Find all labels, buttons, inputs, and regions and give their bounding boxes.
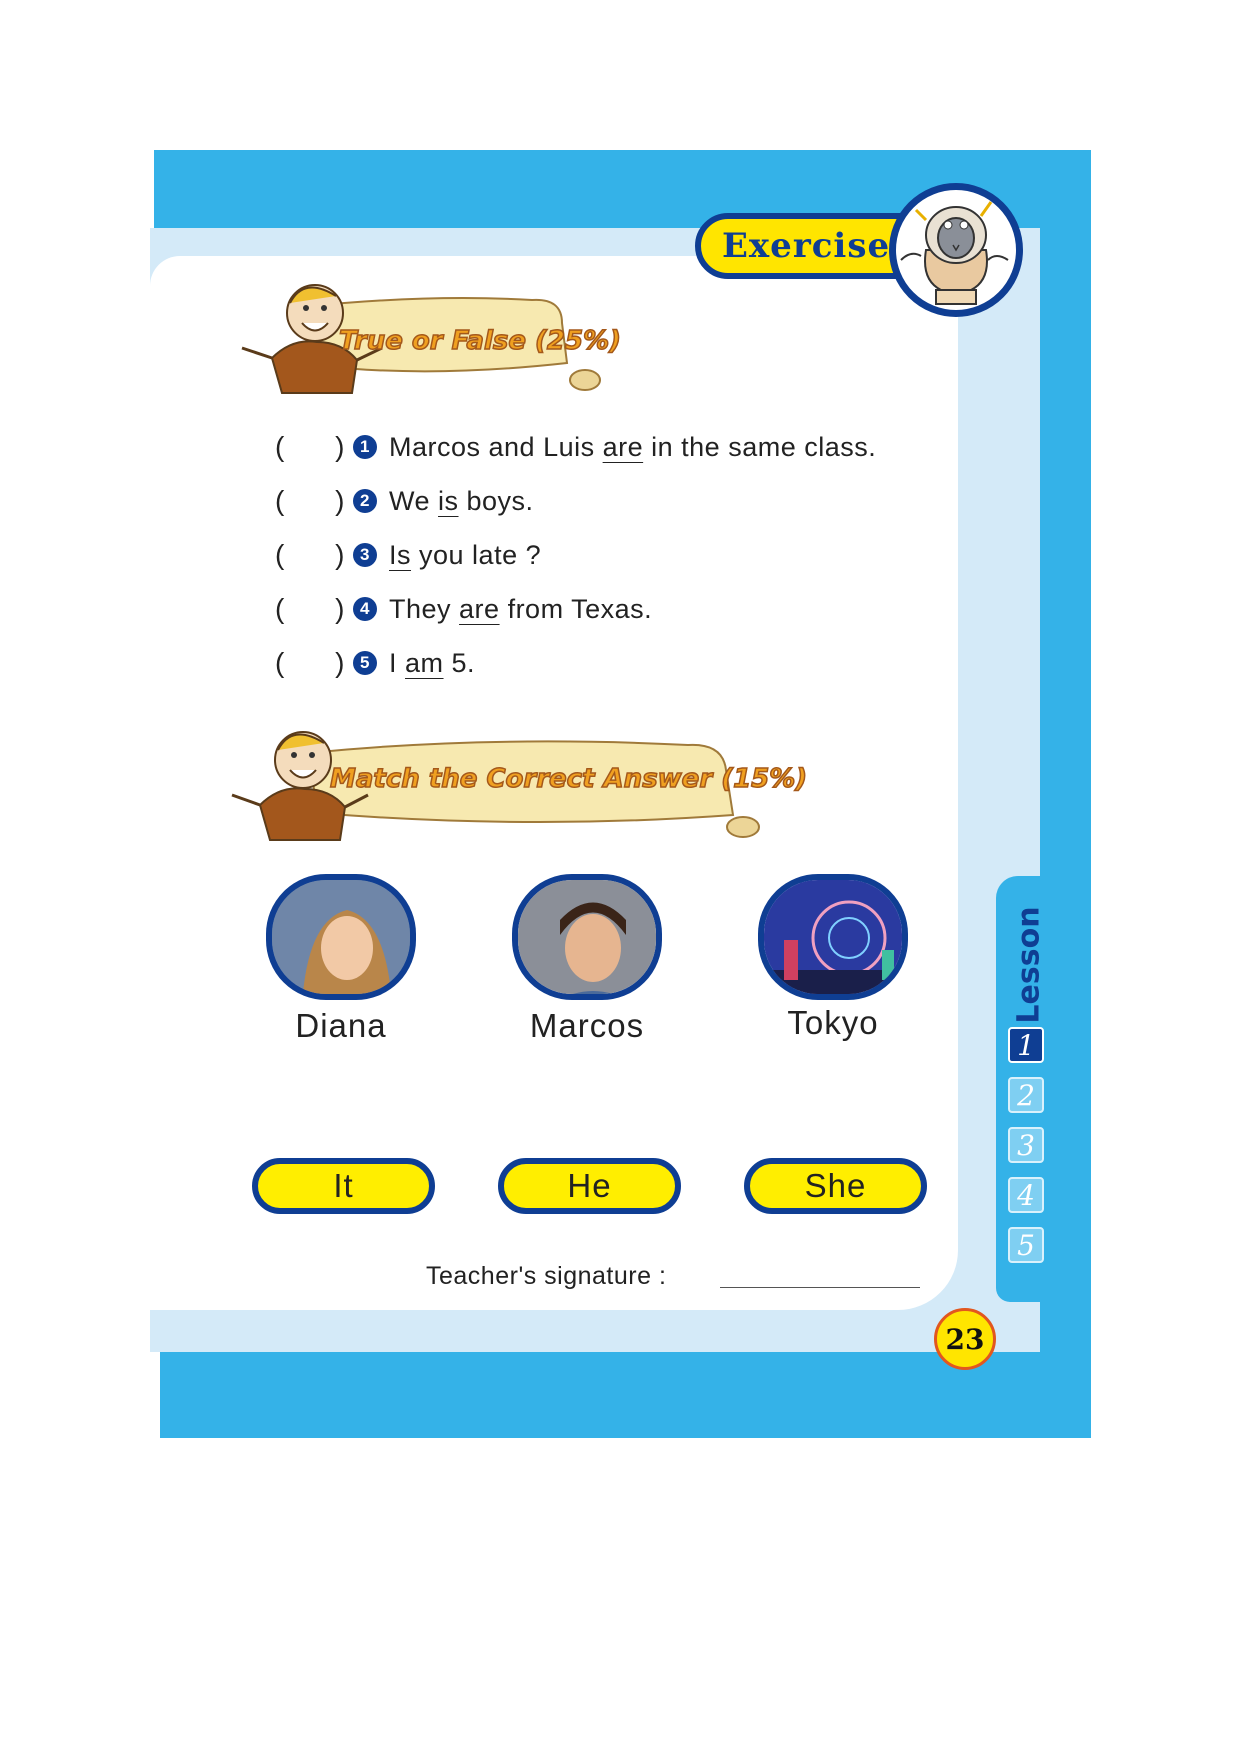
lesson-number-4[interactable]: 4 bbox=[1008, 1177, 1044, 1213]
photo-marcos bbox=[512, 874, 662, 1000]
photo-tokyo bbox=[758, 874, 908, 1000]
answer-parens[interactable]: () bbox=[275, 431, 345, 463]
signature-label: Teacher's signature : bbox=[426, 1262, 667, 1290]
answer-pill-she[interactable]: She bbox=[744, 1158, 927, 1214]
match-title: Match the Correct Answer (15%) bbox=[329, 763, 808, 795]
answer-parens[interactable]: () bbox=[275, 539, 345, 571]
answer-pill-it[interactable]: It bbox=[252, 1158, 435, 1214]
item-underlined-word: Is bbox=[389, 539, 412, 570]
item-text-before: We bbox=[389, 485, 439, 516]
item-text-after: 5. bbox=[443, 647, 476, 678]
tf-item: () 4 They are from Texas. bbox=[275, 589, 652, 629]
page-number: 23 bbox=[934, 1308, 996, 1370]
photo-label: Tokyo bbox=[787, 1004, 879, 1041]
tf-item: () 2 We is boys. bbox=[275, 481, 534, 521]
item-number: 2 bbox=[353, 489, 377, 513]
tf-item: () 3 Is you late ? bbox=[275, 535, 541, 575]
item-underlined-word: are bbox=[602, 431, 644, 462]
tf-item: () 1 Marcos and Luis are in the same cla… bbox=[275, 427, 876, 467]
lesson-number-1[interactable]: 1 bbox=[1008, 1027, 1044, 1063]
lesson-title: Lesson bbox=[996, 905, 1056, 1025]
exercise-title: Exercise bbox=[722, 226, 891, 266]
item-text-after: from Texas. bbox=[499, 593, 653, 624]
photo-diana bbox=[266, 874, 416, 1000]
item-number: 4 bbox=[353, 597, 377, 621]
item-text-after: in the same class. bbox=[643, 431, 877, 462]
svg-text:Lesson: Lesson bbox=[1012, 906, 1047, 1023]
item-underlined-word: are bbox=[459, 593, 500, 624]
answer-parens[interactable]: () bbox=[275, 485, 345, 517]
item-number: 5 bbox=[353, 651, 377, 675]
answer-parens[interactable]: () bbox=[275, 593, 345, 625]
answer-pill-he[interactable]: He bbox=[498, 1158, 681, 1214]
signature-line[interactable] bbox=[720, 1287, 920, 1288]
photo-label: Marcos bbox=[529, 1007, 645, 1044]
tf-item: () 5 I am 5. bbox=[275, 643, 475, 683]
item-text-after: you late ? bbox=[411, 539, 542, 570]
item-number: 1 bbox=[353, 435, 377, 459]
photo-label: Diana bbox=[295, 1007, 387, 1044]
true-false-title: True or False (25%) bbox=[338, 325, 622, 357]
item-underlined-word: is bbox=[438, 485, 459, 516]
item-underlined-word: am bbox=[405, 647, 444, 678]
item-text-after: boys. bbox=[458, 485, 534, 516]
lesson-number-5[interactable]: 5 bbox=[1008, 1227, 1044, 1263]
lesson-number-3[interactable]: 3 bbox=[1008, 1127, 1044, 1163]
lesson-number-2[interactable]: 2 bbox=[1008, 1077, 1044, 1113]
item-text-before: I bbox=[389, 647, 406, 678]
item-number: 3 bbox=[353, 543, 377, 567]
mascot-icon bbox=[889, 183, 1023, 317]
item-text-before: They bbox=[389, 593, 460, 624]
answer-parens[interactable]: () bbox=[275, 647, 345, 679]
item-text-before: Marcos and Luis bbox=[389, 431, 603, 462]
